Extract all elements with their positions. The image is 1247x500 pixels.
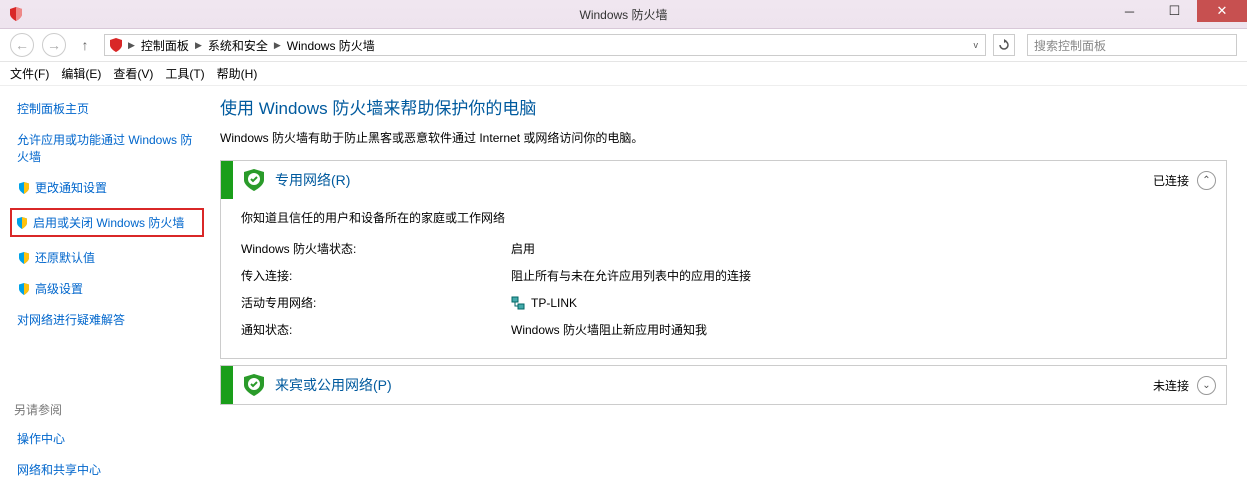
- sidebar-home[interactable]: 控制面板主页: [14, 98, 200, 119]
- close-button[interactable]: ✕: [1197, 0, 1247, 22]
- window-title: Windows 防火墙: [579, 6, 667, 23]
- refresh-button[interactable]: [993, 34, 1015, 56]
- minimize-button[interactable]: ─: [1107, 0, 1152, 22]
- up-button[interactable]: ↑: [74, 34, 96, 56]
- maximize-button[interactable]: ☐: [1152, 0, 1197, 22]
- menu-edit[interactable]: 编辑(E): [61, 65, 101, 82]
- state-value: 启用: [511, 240, 1212, 257]
- sidebar-action-center[interactable]: 操作中心: [14, 428, 200, 449]
- chevron-right-icon: ▶: [128, 40, 135, 51]
- incoming-label: 传入连接:: [241, 267, 511, 284]
- menu-view[interactable]: 查看(V): [113, 65, 153, 82]
- sidebar-allow-app[interactable]: 允许应用或功能通过 Windows 防火墙: [14, 129, 200, 167]
- chevron-right-icon: ▶: [195, 40, 202, 51]
- shield-icon: [15, 216, 29, 230]
- private-network-title: 专用网络(R): [275, 170, 1153, 190]
- sidebar-notify[interactable]: 更改通知设置: [14, 177, 200, 198]
- menu-file[interactable]: 文件(F): [10, 65, 49, 82]
- menu-tools[interactable]: 工具(T): [165, 65, 204, 82]
- private-network-panel: 专用网络(R) 已连接 ⌃ 你知道且信任的用户和设备所在的家庭或工作网络 Win…: [220, 160, 1227, 359]
- private-network-sub: 你知道且信任的用户和设备所在的家庭或工作网络: [241, 209, 1212, 226]
- address-dropdown-icon[interactable]: v: [970, 40, 983, 50]
- shield-icon: [17, 282, 31, 296]
- public-network-header[interactable]: 来宾或公用网络(P) 未连接 ⌄: [221, 366, 1226, 404]
- shield-icon: [17, 181, 31, 195]
- page-description: Windows 防火墙有助于防止黑客或恶意软件通过 Internet 或网络访问…: [220, 129, 1227, 146]
- sidebar-advanced[interactable]: 高级设置: [14, 278, 200, 299]
- public-network-status: 未连接: [1153, 377, 1189, 394]
- search-input[interactable]: 搜索控制面板: [1027, 34, 1237, 56]
- state-label: Windows 防火墙状态:: [241, 240, 511, 257]
- shield-check-icon: [241, 167, 267, 193]
- notify-value: Windows 防火墙阻止新应用时通知我: [511, 321, 1212, 338]
- breadcrumb-item[interactable]: 控制面板: [139, 37, 191, 54]
- app-icon: [8, 6, 24, 22]
- active-net-label: 活动专用网络:: [241, 294, 511, 311]
- chevron-right-icon: ▶: [274, 40, 281, 51]
- sidebar-restore[interactable]: 还原默认值: [14, 247, 200, 268]
- breadcrumb-item[interactable]: 系统和安全: [206, 37, 270, 54]
- public-network-panel: 来宾或公用网络(P) 未连接 ⌄: [220, 365, 1227, 405]
- sidebar-toggle-firewall[interactable]: 启用或关闭 Windows 防火墙: [10, 208, 204, 237]
- incoming-value: 阻止所有与未在允许应用列表中的应用的连接: [511, 267, 1212, 284]
- back-button[interactable]: ←: [10, 33, 34, 57]
- public-network-title: 来宾或公用网络(P): [275, 375, 1153, 395]
- sidebar-troubleshoot[interactable]: 对网络进行疑难解答: [14, 309, 200, 330]
- page-heading: 使用 Windows 防火墙来帮助保护你的电脑: [220, 94, 1227, 119]
- active-net-value: TP-LINK: [531, 296, 577, 310]
- sidebar-network-sharing[interactable]: 网络和共享中心: [14, 459, 200, 480]
- private-network-status: 已连接: [1153, 172, 1189, 189]
- shield-check-icon: [241, 372, 267, 398]
- see-also-header: 另请参阅: [14, 401, 200, 418]
- menu-help[interactable]: 帮助(H): [217, 65, 258, 82]
- private-network-header[interactable]: 专用网络(R) 已连接 ⌃: [221, 161, 1226, 199]
- location-icon: [108, 37, 124, 53]
- network-icon: [511, 296, 525, 310]
- breadcrumb-item[interactable]: Windows 防火墙: [285, 37, 377, 54]
- chevron-down-icon[interactable]: ⌄: [1197, 376, 1216, 395]
- forward-button[interactable]: →: [42, 33, 66, 57]
- chevron-up-icon[interactable]: ⌃: [1197, 171, 1216, 190]
- shield-icon: [17, 251, 31, 265]
- notify-label: 通知状态:: [241, 321, 511, 338]
- address-bar[interactable]: ▶ 控制面板 ▶ 系统和安全 ▶ Windows 防火墙 v: [104, 34, 986, 56]
